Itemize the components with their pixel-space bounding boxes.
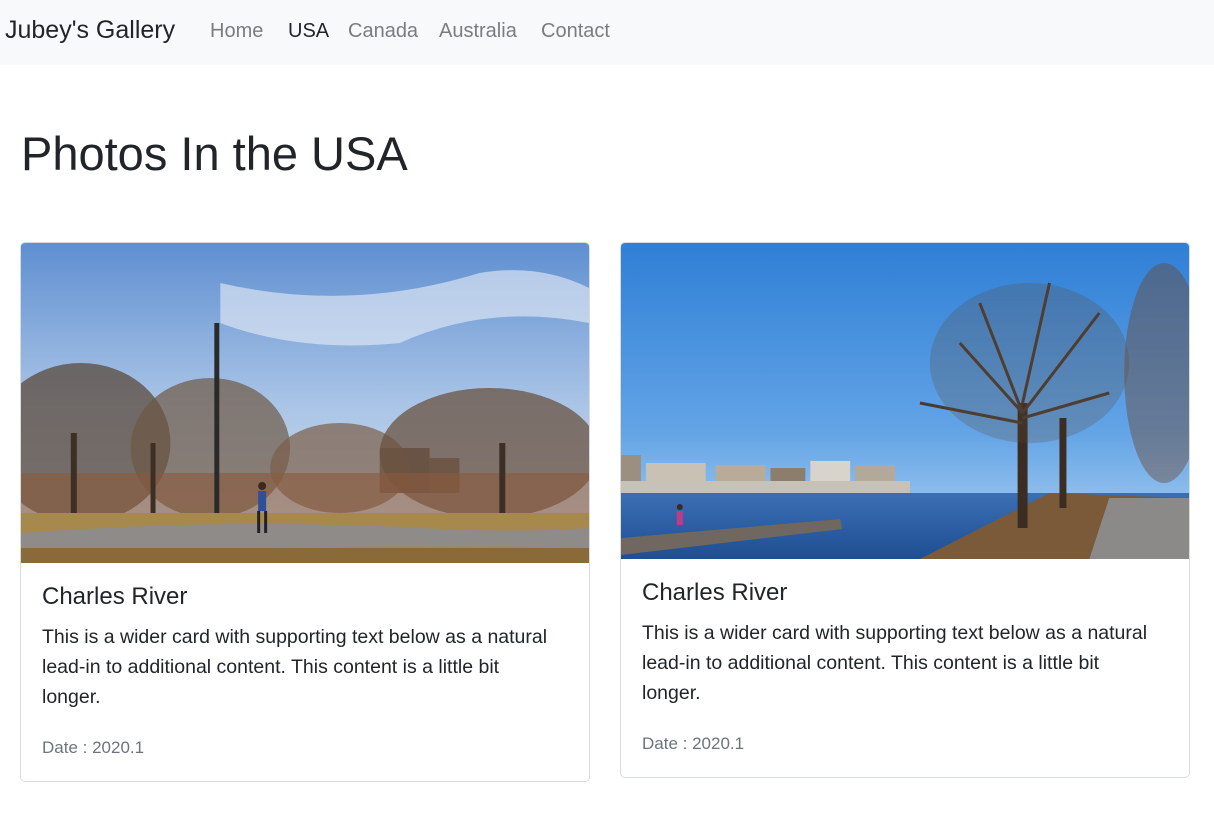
nav-link-australia[interactable]: Australia: [439, 17, 517, 45]
nav-link-home[interactable]: Home: [210, 17, 263, 45]
navbar: Jubey's Gallery Home USA Canada Australi…: [0, 0, 1214, 65]
page-title: Photos In the USA: [21, 127, 408, 180]
river-bridge-photo-image: [621, 243, 1189, 559]
card-text: This is a wider card with supporting tex…: [42, 626, 548, 708]
nav-link-usa[interactable]: USA: [288, 17, 329, 45]
card-title: Charles River: [42, 583, 188, 610]
photo-card: Charles River This is a wider card with …: [620, 242, 1190, 778]
nav-link-canada[interactable]: Canada: [348, 17, 418, 45]
nav-link-contact[interactable]: Contact: [541, 17, 610, 45]
card-date: Date : 2020.1: [42, 738, 145, 757]
park-photo-image: [21, 243, 589, 563]
card-text: This is a wider card with supporting tex…: [642, 622, 1148, 704]
card-title: Charles River: [642, 579, 788, 606]
photo-card: Charles River This is a wider card with …: [20, 242, 590, 782]
card-date: Date : 2020.1: [642, 734, 745, 753]
brand-link[interactable]: Jubey's Gallery: [5, 14, 175, 46]
